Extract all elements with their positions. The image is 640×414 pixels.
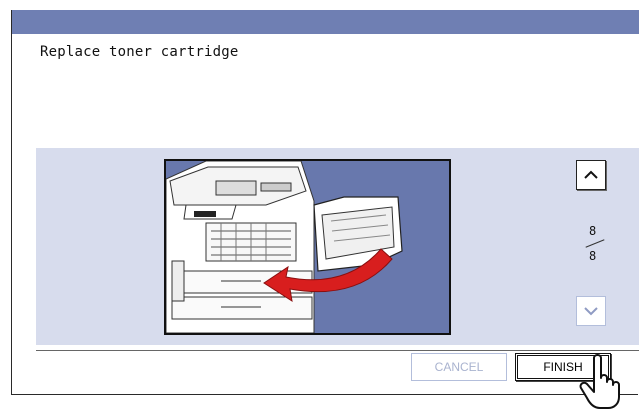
pointing-hand-cursor-icon — [579, 354, 620, 409]
page-divider — [585, 239, 605, 248]
total-pages: 8 — [589, 249, 597, 263]
toner-replacement-illustration — [164, 159, 451, 335]
page-counter: 8 8 — [570, 218, 618, 274]
chevron-up-icon — [584, 170, 598, 179]
title-bar — [12, 10, 639, 34]
current-page: 8 — [589, 224, 597, 238]
instruction-message: Replace toner cartridge — [40, 44, 239, 60]
cancel-button[interactable]: CANCEL — [411, 353, 507, 381]
page-navigator: 8 8 — [570, 160, 618, 335]
divider — [36, 350, 639, 351]
printer-open-front-cover-image — [166, 161, 449, 333]
page-down-button[interactable] — [576, 296, 606, 326]
page-up-button[interactable] — [576, 160, 606, 190]
dialog-window: Replace toner cartridge 8 8 — [11, 10, 639, 395]
chevron-down-icon — [584, 307, 598, 316]
illustration-panel: 8 8 — [36, 148, 639, 345]
